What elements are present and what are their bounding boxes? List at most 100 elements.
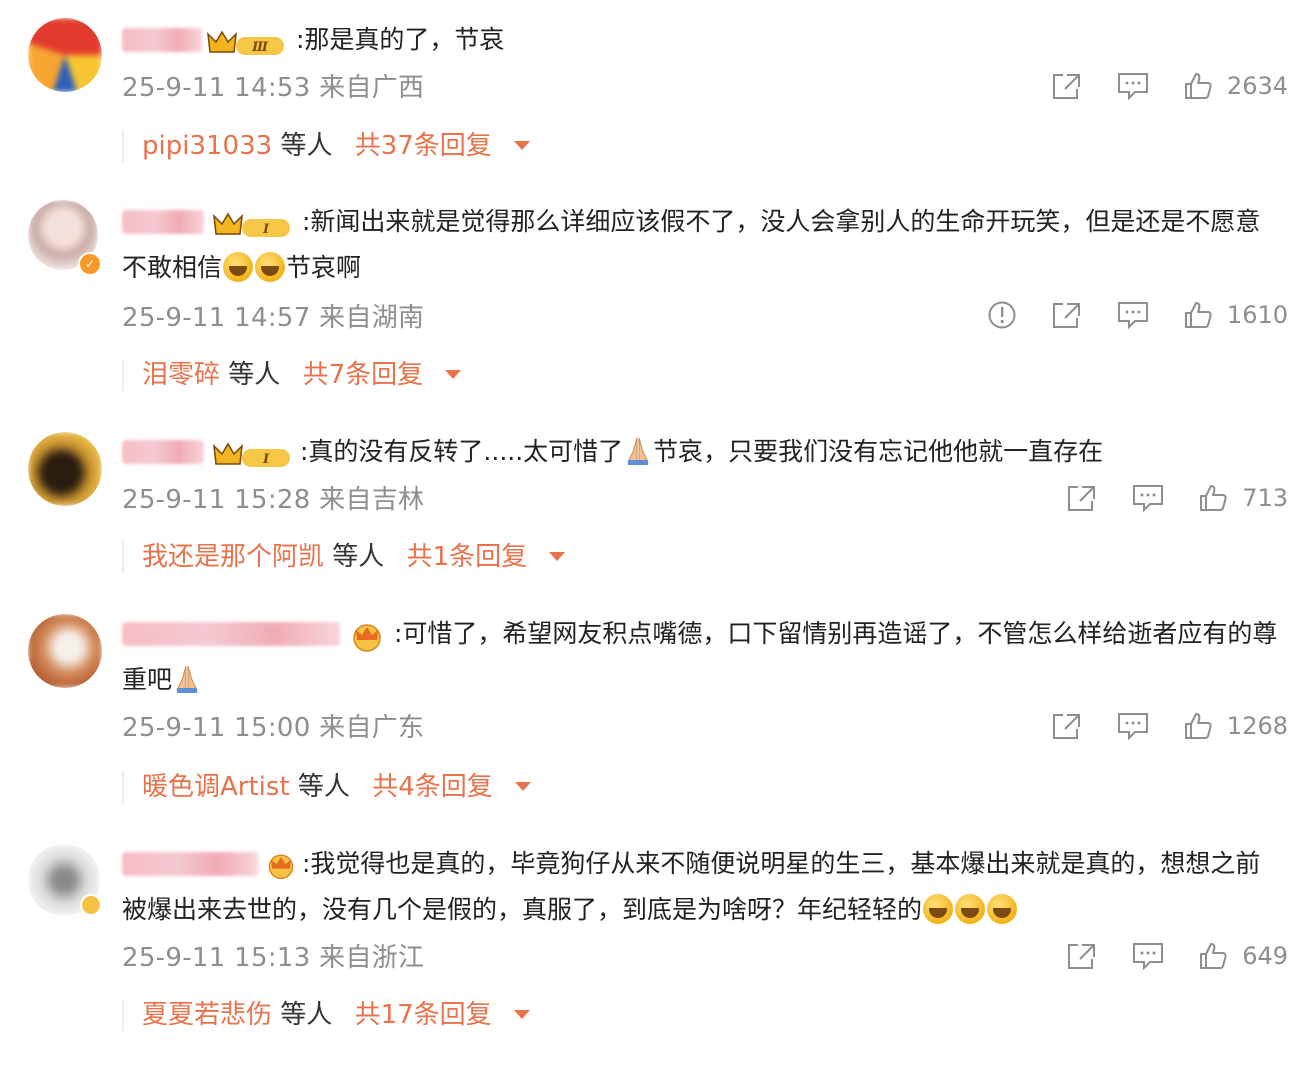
comment-actions: 1610 xyxy=(953,297,1288,333)
comment-icon xyxy=(1133,943,1164,971)
comment-text: :可惜了，希望网友积点嘴德，口下留情别再造谣了，不管怎么样给逝者应有的尊重吧 xyxy=(122,611,1278,703)
share-button[interactable] xyxy=(1051,71,1083,101)
comment-actions: 713 xyxy=(1032,480,1288,516)
like-button[interactable]: 649 xyxy=(1198,941,1288,971)
reply-total[interactable]: 共1条回复 xyxy=(407,542,528,572)
crying-emoji-icon xyxy=(955,894,986,924)
verified-badge-icon: ✓ xyxy=(78,252,102,276)
comment-actions: 2634 xyxy=(1017,68,1288,104)
reply-summary[interactable]: 泪零碎 等人 共7条回复 xyxy=(122,359,462,391)
comment-button[interactable] xyxy=(1132,483,1164,513)
avatar[interactable] xyxy=(28,432,102,506)
reply-user[interactable]: 泪零碎 xyxy=(142,360,220,390)
reply-total[interactable]: 共4条回复 xyxy=(372,772,493,802)
chevron-down-icon[interactable] xyxy=(513,1010,530,1019)
avatar[interactable] xyxy=(28,614,102,688)
report-icon xyxy=(988,301,1016,329)
comment-text-body: :我觉得也是真的，毕竟狗仔从来不随便说明星的生三，基本爆出来就是真的，想想之前被… xyxy=(122,849,1261,924)
like-count: 1610 xyxy=(1226,301,1288,329)
comment-text-tail: 节哀啊 xyxy=(286,253,362,282)
comment-text-body: :真的没有反转了.....太可惜了 xyxy=(300,437,624,466)
like-button[interactable]: 1610 xyxy=(1183,300,1288,330)
reply-summary[interactable]: 暖色调Artist 等人 共4条回复 xyxy=(122,771,531,803)
like-count: 2634 xyxy=(1226,72,1288,100)
comment-text-tail: 节哀，只要我们没有忘记他他就一直存在 xyxy=(653,437,1104,466)
reply-total[interactable]: 共17条回复 xyxy=(355,1000,492,1030)
reply-summary[interactable]: pipi31033 等人 共37条回复 xyxy=(122,130,531,162)
crying-emoji-icon xyxy=(923,894,954,924)
like-button[interactable]: 1268 xyxy=(1183,711,1288,741)
username[interactable] xyxy=(122,440,204,464)
share-button[interactable] xyxy=(1051,711,1083,741)
share-button[interactable] xyxy=(1066,483,1098,513)
reply-total[interactable]: 共37条回复 xyxy=(355,131,492,161)
comment-text: :那是真的了，节哀 xyxy=(296,17,1278,63)
chevron-down-icon[interactable] xyxy=(514,141,531,150)
reply-user[interactable]: 暖色调Artist xyxy=(142,772,290,802)
reply-mid: 等人 xyxy=(228,360,281,390)
like-count: 649 xyxy=(1242,942,1288,970)
comment-time: 25-9-11 15:28 xyxy=(122,485,311,515)
comment-icon xyxy=(1133,485,1164,513)
like-icon xyxy=(1184,713,1212,739)
svg-text:Ⅲ: Ⅲ xyxy=(251,40,269,55)
comment-time: 25-9-11 14:53 xyxy=(122,73,311,103)
comment-actions: 1268 xyxy=(1017,708,1288,744)
crown-level-badge: Ⅲ xyxy=(207,30,284,55)
comment-text-body: :那是真的了，节哀 xyxy=(296,25,505,54)
comment-meta: 25-9-11 14:53 来自广西 xyxy=(122,70,424,106)
reply-mid: 等人 xyxy=(332,542,385,572)
username[interactable] xyxy=(122,28,202,52)
chevron-down-icon[interactable] xyxy=(445,370,462,379)
comment-meta: 25-9-11 15:00 来自广东 xyxy=(122,710,424,746)
chevron-down-icon[interactable] xyxy=(549,552,566,561)
comment-button[interactable] xyxy=(1117,711,1149,741)
comment-button[interactable] xyxy=(1117,71,1149,101)
comment-meta: 25-9-11 15:13 来自浙江 xyxy=(122,940,424,976)
svg-text:I: I xyxy=(262,452,270,467)
reply-mid: 等人 xyxy=(297,772,350,802)
reply-mid: 等人 xyxy=(280,131,333,161)
comment-time: 25-9-11 15:00 xyxy=(122,713,311,743)
avatar[interactable] xyxy=(28,18,102,92)
reply-user[interactable]: pipi31033 xyxy=(142,131,272,161)
share-button[interactable] xyxy=(1051,300,1083,330)
share-icon xyxy=(1052,303,1080,328)
comment-actions: 649 xyxy=(1032,938,1288,974)
praying-hands-icon xyxy=(176,665,198,693)
comment-text: :真的没有反转了.....太可惜了 节哀，只要我们没有忘记他他就一直存在 xyxy=(300,429,1278,475)
comment-button[interactable] xyxy=(1132,941,1164,971)
member-badge-icon xyxy=(80,894,102,916)
comment-location: 来自湖南 xyxy=(319,303,425,333)
comment-location: 来自广西 xyxy=(319,73,425,103)
comment-meta: 25-9-11 14:57 来自湖南 xyxy=(122,300,424,336)
like-count: 713 xyxy=(1242,484,1288,512)
reply-summary[interactable]: 我还是那个阿凯 等人 共1条回复 xyxy=(122,541,566,573)
like-count: 1268 xyxy=(1226,712,1288,740)
share-icon xyxy=(1052,714,1080,739)
reply-user[interactable]: 我还是那个阿凯 xyxy=(142,542,324,572)
comment-time: 25-9-11 14:57 xyxy=(122,303,311,333)
comment-time: 25-9-11 15:13 xyxy=(122,943,311,973)
reply-total[interactable]: 共7条回复 xyxy=(303,360,424,390)
crying-emoji-icon xyxy=(223,252,254,282)
report-button[interactable] xyxy=(987,300,1017,330)
reply-summary[interactable]: 夏夏若悲伤 等人 共17条回复 xyxy=(122,999,530,1031)
crown-level-badge: I xyxy=(213,442,290,467)
comment-text-body: :可惜了，希望网友积点嘴德，口下留情别再造谣了，不管怎么样给逝者应有的尊重吧 xyxy=(122,619,1278,694)
reply-user[interactable]: 夏夏若悲伤 xyxy=(142,1000,272,1030)
chevron-down-icon[interactable] xyxy=(515,782,531,791)
comment-text: :我觉得也是真的，毕竟狗仔从来不随便说明星的生三，基本爆出来就是真的，想想之前被… xyxy=(122,841,1278,933)
comment-icon xyxy=(1117,713,1148,741)
comment-meta: 25-9-11 15:28 来自吉林 xyxy=(122,482,424,518)
like-button[interactable]: 713 xyxy=(1198,483,1288,513)
share-button[interactable] xyxy=(1066,941,1098,971)
reply-mid: 等人 xyxy=(280,1000,333,1030)
comment-button[interactable] xyxy=(1117,300,1149,330)
comment-location: 来自吉林 xyxy=(319,485,425,515)
like-icon xyxy=(1184,73,1212,99)
comment-icon xyxy=(1117,73,1148,101)
like-button[interactable]: 2634 xyxy=(1183,71,1288,101)
share-icon xyxy=(1052,74,1080,99)
comment-icon xyxy=(1117,302,1148,330)
